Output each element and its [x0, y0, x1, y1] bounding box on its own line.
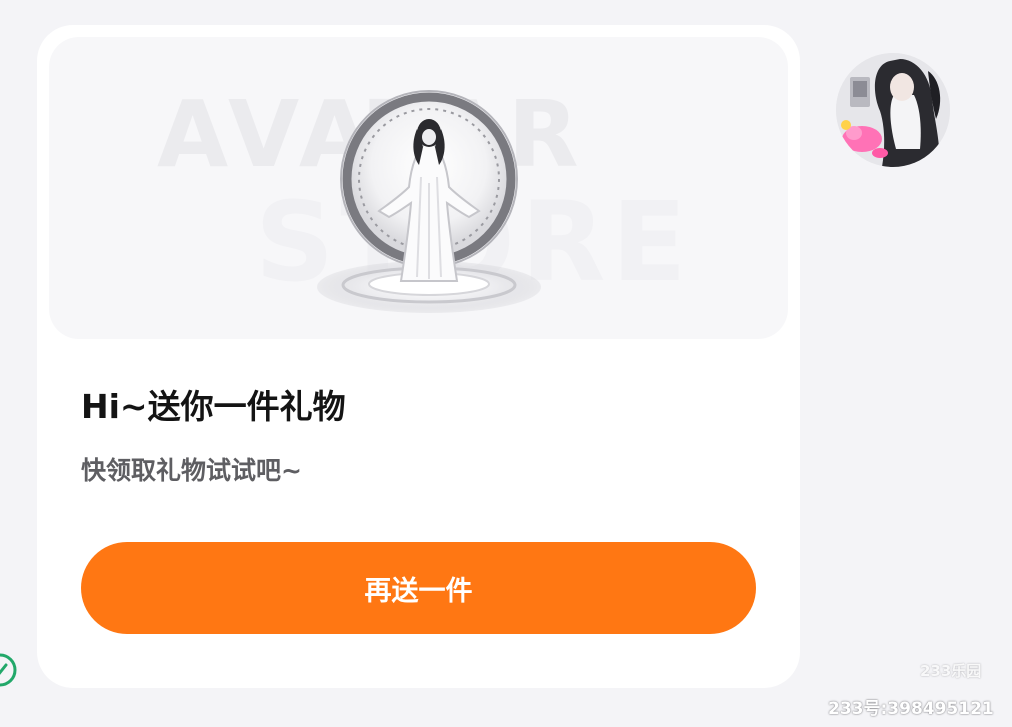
send-another-button[interactable]: 再送一件 [81, 542, 756, 634]
brand-watermark: 233乐园 [920, 662, 982, 680]
check-circle-icon [0, 653, 17, 687]
user-avatar[interactable] [836, 53, 950, 167]
gift-subtitle: 快领取礼物试试吧~ [81, 456, 302, 485]
account-id-watermark: 233号:398495121 [828, 699, 994, 719]
gift-preview-banner: AVATAR STORE [49, 37, 788, 339]
avatar-figure-image [317, 90, 541, 313]
send-another-button-label: 再送一件 [364, 575, 473, 607]
gift-card: AVATAR STORE [37, 25, 800, 688]
gift-title: Hi~送你一件礼物 [81, 387, 346, 426]
avatar-photo-icon [836, 53, 950, 167]
